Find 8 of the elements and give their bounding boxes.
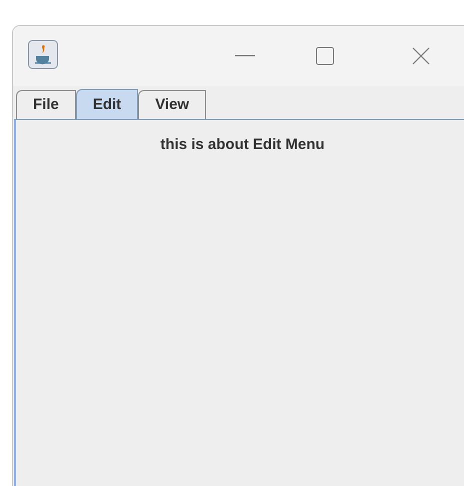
panel-label: this is about Edit Menu (160, 135, 325, 155)
cup-icon (28, 40, 58, 69)
maximize-icon[interactable] (316, 47, 334, 65)
tab[interactable]: File (16, 90, 76, 119)
close-icon[interactable] (412, 47, 430, 65)
tab[interactable]: View (138, 90, 206, 119)
minimize-icon[interactable] (235, 55, 255, 57)
tab[interactable]: Edit (76, 89, 138, 120)
